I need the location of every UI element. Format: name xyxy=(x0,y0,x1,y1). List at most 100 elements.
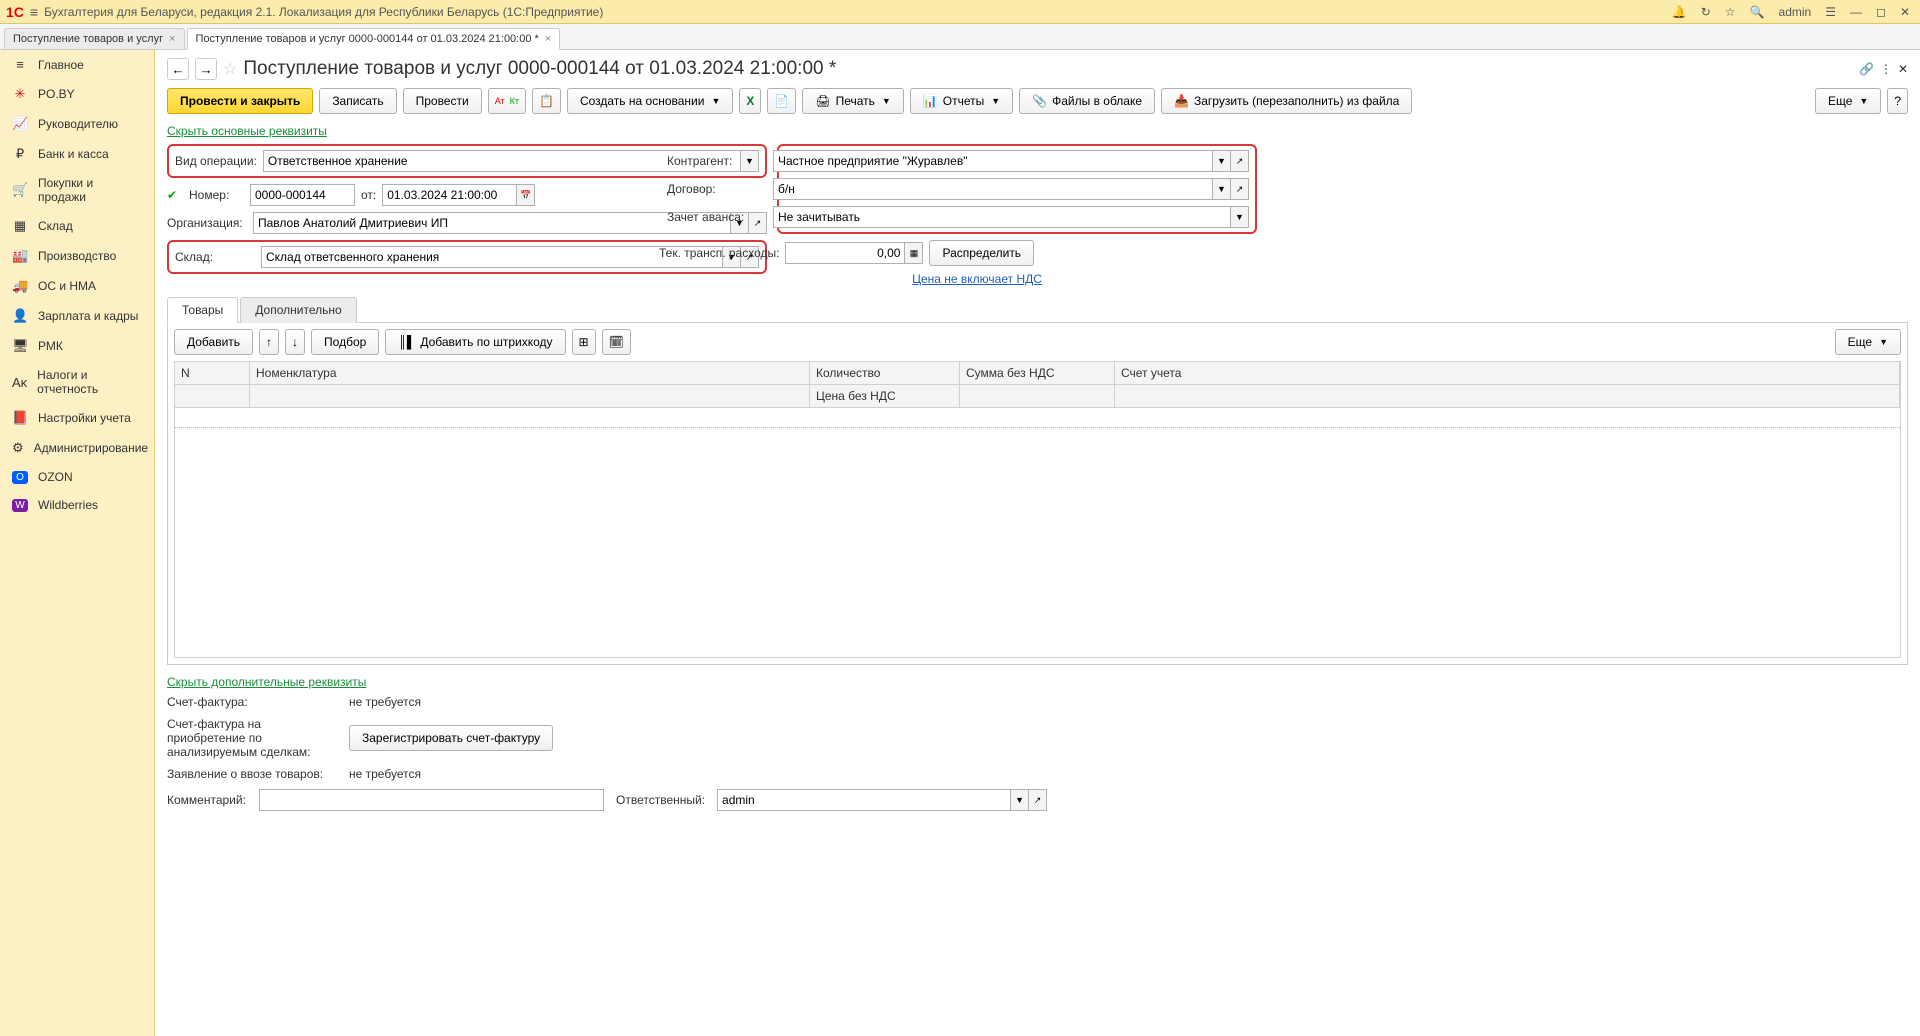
sidebar-item-poby[interactable]: ✳PO.BY xyxy=(0,79,154,109)
comment-label: Комментарий: xyxy=(167,793,247,807)
more-button[interactable]: Еще▼ xyxy=(1815,88,1881,114)
col-quantity[interactable]: Количество xyxy=(810,362,960,384)
search-icon[interactable]: 🔍 xyxy=(1746,5,1769,19)
restore-icon[interactable]: ◻ xyxy=(1872,5,1890,19)
sidebar-item-settings[interactable]: 📕Настройки учета xyxy=(0,403,154,433)
move-down-button[interactable]: ↓ xyxy=(285,329,305,355)
user-label[interactable]: admin xyxy=(1775,5,1816,19)
hide-main-link[interactable]: Скрыть основные реквизиты xyxy=(167,124,327,138)
warehouse-input[interactable] xyxy=(261,246,723,268)
vat-note-link[interactable]: Цена не включает НДС xyxy=(912,272,1042,286)
grid-more-button[interactable]: Еще▼ xyxy=(1835,329,1901,355)
tab-close-icon[interactable]: × xyxy=(169,33,175,45)
reports-button[interactable]: 📊Отчеты▼ xyxy=(910,88,1013,114)
close-page-icon[interactable]: ✕ xyxy=(1898,62,1908,76)
bell-icon[interactable]: 🔔 xyxy=(1668,5,1691,19)
operation-type-label: Вид операции: xyxy=(175,154,257,168)
tab-document[interactable]: Поступление товаров и услуг 0000-000144 … xyxy=(187,28,561,50)
barcode-button[interactable]: ║▌Добавить по штрихкоду xyxy=(385,329,565,355)
sidebar-item-sales[interactable]: 🛒Покупки и продажи xyxy=(0,169,154,211)
dropdown-icon[interactable]: ▼ xyxy=(1011,789,1029,811)
structure-button[interactable]: 📋 xyxy=(532,88,561,114)
invoice2-label: Счет-фактура на приобретение по анализир… xyxy=(167,717,337,759)
hamburger-icon[interactable]: ≡ xyxy=(30,4,38,20)
sidebar-item-manager[interactable]: 📈Руководителю xyxy=(0,109,154,139)
forward-button[interactable]: → xyxy=(195,58,217,80)
move-up-button[interactable]: ↑ xyxy=(259,329,279,355)
files-cloud-button[interactable]: 📎Файлы в облаке xyxy=(1019,88,1155,114)
col-account[interactable]: Счет учета xyxy=(1115,362,1900,384)
load-file-button[interactable]: 📥Загрузить (перезаполнить) из файла xyxy=(1161,88,1412,114)
print-button[interactable]: 🖨Печать▼ xyxy=(802,88,903,114)
excel-button[interactable]: X xyxy=(739,88,761,114)
sidebar-item-hr[interactable]: 👤Зарплата и кадры xyxy=(0,301,154,331)
wb-icon: W xyxy=(12,499,28,512)
tab-close-icon[interactable]: × xyxy=(545,33,551,45)
tab-goods[interactable]: Товары xyxy=(167,297,238,323)
sidebar-item-production[interactable]: 🏭Производство xyxy=(0,241,154,271)
sidebar-item-assets[interactable]: 🚚ОС и НМА xyxy=(0,271,154,301)
tab-additional[interactable]: Дополнительно xyxy=(240,297,356,323)
hide-extra-link[interactable]: Скрыть дополнительные реквизиты xyxy=(167,675,366,689)
sidebar-item-main[interactable]: ≡Главное xyxy=(0,50,154,79)
distribute-button[interactable]: Распределить xyxy=(929,240,1034,266)
calc-icon[interactable]: ▦ xyxy=(905,242,923,264)
clip-icon: 📎 xyxy=(1032,94,1047,108)
star-icon[interactable]: ☆ xyxy=(1721,5,1740,19)
help-button[interactable]: ? xyxy=(1887,88,1908,114)
tab-list[interactable]: Поступление товаров и услуг × xyxy=(4,28,185,49)
counterparty-input[interactable] xyxy=(773,150,1213,172)
create-based-button[interactable]: Создать на основании▼ xyxy=(567,88,733,114)
close-icon[interactable]: ✕ xyxy=(1896,5,1914,19)
transport-input[interactable] xyxy=(785,242,905,264)
add-row-button[interactable]: Добавить xyxy=(174,329,253,355)
grid-btn2[interactable]: 🗓 xyxy=(602,329,631,355)
history-icon[interactable]: ↻ xyxy=(1697,5,1715,19)
post-status-icon: ✔ xyxy=(167,188,183,202)
open-icon[interactable]: ↗ xyxy=(1029,789,1047,811)
advance-input[interactable] xyxy=(773,206,1231,228)
window-tabs: Поступление товаров и услуг × Поступлени… xyxy=(0,24,1920,50)
book-icon: 📕 xyxy=(12,410,28,426)
col-nomenclature[interactable]: Номенклатура xyxy=(250,362,810,384)
dropdown-icon[interactable]: ▼ xyxy=(1213,178,1231,200)
dropdown-icon[interactable]: ▼ xyxy=(1213,150,1231,172)
col-price[interactable]: Цена без НДС xyxy=(810,385,960,407)
dropdown-icon[interactable]: ▼ xyxy=(1231,206,1249,228)
contract-input[interactable] xyxy=(773,178,1213,200)
post-button[interactable]: Провести xyxy=(403,88,482,114)
date-input[interactable] xyxy=(382,184,517,206)
org-input[interactable] xyxy=(253,212,731,234)
sidebar-item-wb[interactable]: WWildberries xyxy=(0,491,154,519)
sidebar-item-bank[interactable]: ₽Банк и касса xyxy=(0,139,154,169)
pick-button[interactable]: Подбор xyxy=(311,329,379,355)
sidebar-item-warehouse[interactable]: ▦Склад xyxy=(0,211,154,241)
sidebar-item-tax[interactable]: АᴋНалоги и отчетность xyxy=(0,361,154,403)
more-vertical-icon[interactable]: ⋮ xyxy=(1880,62,1892,76)
open-icon[interactable]: ↗ xyxy=(1231,150,1249,172)
favorite-icon[interactable]: ☆ xyxy=(223,59,237,79)
xml-button[interactable]: 📄 xyxy=(767,88,796,114)
post-close-button[interactable]: Провести и закрыть xyxy=(167,88,313,114)
write-button[interactable]: Записать xyxy=(319,88,396,114)
comment-input[interactable] xyxy=(259,789,604,811)
link-icon[interactable]: 🔗 xyxy=(1859,62,1874,76)
sidebar-item-ozon[interactable]: OOZON xyxy=(0,463,154,491)
table-row[interactable] xyxy=(175,408,1900,428)
number-input[interactable] xyxy=(250,184,355,206)
settings-icon[interactable]: ☰ xyxy=(1821,5,1840,19)
sidebar-item-rmk[interactable]: 🖥РМК xyxy=(0,331,154,361)
register-invoice-button[interactable]: Зарегистрировать счет-фактуру xyxy=(349,725,553,751)
grid-body[interactable] xyxy=(174,408,1901,658)
back-button[interactable]: ← xyxy=(167,58,189,80)
debit-credit-button[interactable]: АтКт xyxy=(488,88,526,114)
calendar-icon[interactable]: 📅 xyxy=(517,184,535,206)
minimize-icon[interactable]: — xyxy=(1846,5,1866,19)
open-icon[interactable]: ↗ xyxy=(1231,178,1249,200)
sidebar-item-admin[interactable]: ⚙Администрирование xyxy=(0,433,154,463)
grid-btn1[interactable]: ⊞ xyxy=(572,329,596,355)
col-sum[interactable]: Сумма без НДС xyxy=(960,362,1115,384)
number-label: Номер: xyxy=(189,188,244,202)
col-n[interactable]: N xyxy=(175,362,250,384)
responsible-input[interactable] xyxy=(717,789,1011,811)
